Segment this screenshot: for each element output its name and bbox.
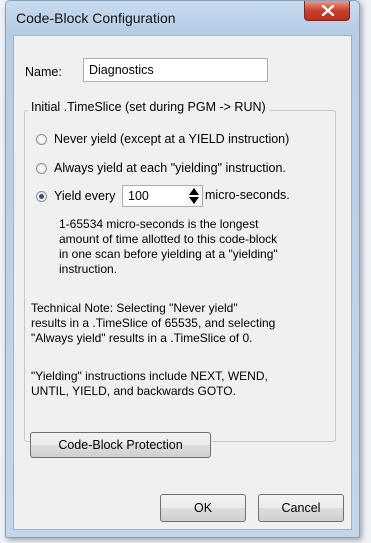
dialog-window: Code-Block Configuration Name: Initial .…: [5, 0, 360, 538]
radio-always-yield[interactable]: Always yield at each "yielding" instruct…: [36, 159, 286, 177]
radio-yield-every-label: Yield every: [54, 189, 116, 203]
cancel-button[interactable]: Cancel: [258, 494, 344, 522]
radio-never-yield-label: Never yield (except at a YIELD instructi…: [54, 132, 290, 146]
code-block-protection-button[interactable]: Code-Block Protection: [30, 432, 211, 458]
yield-unit-label: micro-seconds.: [205, 188, 290, 202]
yielding-instructions-note: "Yielding" instructions include NEXT, WE…: [31, 369, 268, 398]
radio-never-yield-button[interactable]: [36, 133, 47, 145]
window-title: Code-Block Configuration: [16, 10, 176, 26]
radio-never-yield[interactable]: Never yield (except at a YIELD instructi…: [36, 130, 289, 148]
timeslice-description: 1-65534 micro-seconds is the longest amo…: [59, 217, 278, 276]
title-bar[interactable]: Code-Block Configuration: [6, 1, 359, 35]
close-icon: [321, 5, 335, 16]
dialog-client-area: Name: Initial .TimeSlice (set during PGM…: [13, 35, 352, 530]
arrow-down-icon[interactable]: [189, 197, 199, 204]
close-button[interactable]: [304, 1, 350, 21]
name-input[interactable]: [83, 58, 268, 82]
yield-spin-control[interactable]: [186, 185, 203, 207]
radio-always-yield-label: Always yield at each "yielding" instruct…: [54, 161, 286, 175]
radio-yield-every-button[interactable]: [36, 190, 47, 202]
timeslice-group-legend: Initial .TimeSlice (set during PGM -> RU…: [28, 100, 269, 114]
technical-note: Technical Note: Selecting "Never yield" …: [31, 301, 276, 345]
radio-yield-every[interactable]: Yield every: [36, 187, 115, 205]
ok-button[interactable]: OK: [160, 494, 246, 522]
name-label: Name:: [25, 65, 62, 79]
yield-microseconds-input[interactable]: [122, 185, 187, 207]
radio-always-yield-button[interactable]: [36, 162, 47, 174]
arrow-up-icon[interactable]: [189, 188, 199, 195]
